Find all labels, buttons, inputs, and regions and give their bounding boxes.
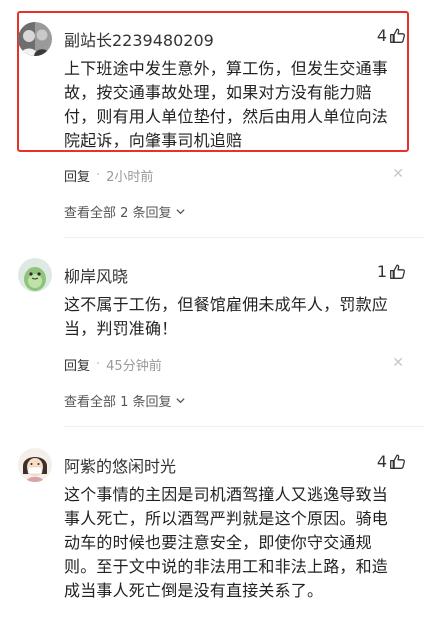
comment-text: 上下班途中发生意外，算工伤，但发生交通事故，按交通事故处理，如果对方没有能力赔付…	[64, 59, 389, 150]
thumbs-up-icon	[390, 28, 405, 43]
comment-meta: 回复 · 45分钟前	[64, 355, 162, 374]
avatar-photo	[18, 22, 52, 56]
avatar-illustration	[18, 448, 52, 482]
comment-text: 这不属于工伤，但餐馆雇佣未成年人，罚款应当，判罚准确！	[64, 295, 389, 338]
like-count: 4	[376, 452, 387, 471]
view-all-replies-link[interactable]: 查看全部 1 条回复	[64, 391, 186, 410]
close-icon[interactable]: ✕	[392, 355, 404, 371]
comment-author[interactable]: 阿紫的悠闲时光	[64, 453, 176, 477]
comment-author[interactable]: 柳岸风晓	[64, 263, 128, 287]
comment-meta: 回复 · 2小时前	[64, 166, 153, 185]
like-button[interactable]: 1	[377, 262, 406, 281]
comment-time: 2小时前	[106, 170, 154, 185]
comment-author[interactable]: 副站长2239480209	[64, 27, 214, 51]
like-button[interactable]: 4	[377, 26, 406, 45]
close-icon[interactable]: ✕	[392, 166, 404, 182]
chevron-down-icon	[175, 209, 185, 215]
like-count: 1	[376, 262, 387, 281]
thumbs-up-icon	[390, 264, 405, 279]
avatar[interactable]	[18, 258, 52, 292]
like-count: 4	[376, 26, 387, 45]
chevron-down-icon	[175, 398, 185, 404]
view-all-replies-link[interactable]: 查看全部 2 条回复	[64, 202, 186, 221]
comment-time: 45分钟前	[106, 359, 162, 374]
avatar-cartoon	[18, 258, 52, 292]
thumbs-up-icon	[390, 454, 405, 469]
view-all-replies-label: 查看全部 2 条回复	[64, 206, 172, 221]
comment-divider	[64, 237, 424, 238]
meta-separator: ·	[96, 357, 101, 372]
comment-divider	[64, 426, 424, 427]
view-all-replies-label: 查看全部 1 条回复	[64, 395, 172, 410]
comment-text: 这个事情的主因是司机酒驾撞人又逃逸导致当事人死亡，所以酒驾严判就是这个原因。骑电…	[64, 485, 389, 600]
avatar[interactable]	[18, 448, 52, 482]
meta-separator: ·	[96, 168, 101, 183]
avatar[interactable]	[18, 22, 52, 56]
reply-button[interactable]: 回复	[64, 166, 90, 185]
like-button[interactable]: 4	[377, 452, 406, 471]
reply-button[interactable]: 回复	[64, 355, 90, 374]
